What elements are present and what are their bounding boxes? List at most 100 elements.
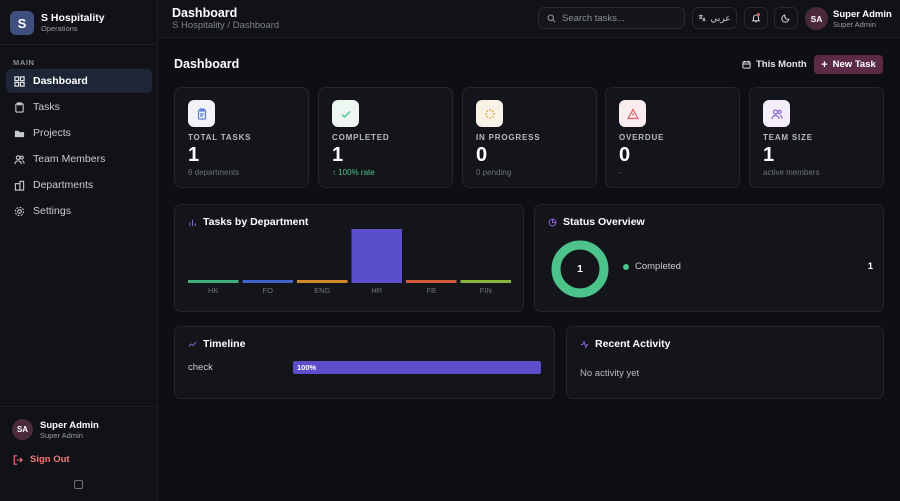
timeline-row[interactable]: check 100% xyxy=(188,361,541,375)
stat-card-team-size[interactable]: TEAM SIZE 1 active members xyxy=(749,87,884,188)
sidebar-nav: Dashboard Tasks Projects Team Members De… xyxy=(6,69,152,225)
pie-chart-icon xyxy=(548,218,557,226)
folder-icon xyxy=(14,128,25,139)
stat-card-completed[interactable]: COMPLETED 1 ↑ 100% rate xyxy=(318,87,453,188)
panel-title: Timeline xyxy=(188,338,245,350)
brand-name: S Hospitality xyxy=(41,12,105,24)
language-toggle-button[interactable]: عربي xyxy=(692,7,737,29)
collapse-sidebar-icon[interactable] xyxy=(74,480,83,489)
sidebar-item-settings[interactable]: Settings xyxy=(6,199,152,223)
legend-label: Completed xyxy=(635,261,681,272)
sidebar-item-projects[interactable]: Projects xyxy=(6,121,152,145)
x-tick-label-fb: FB xyxy=(426,286,436,295)
building-icon xyxy=(14,180,25,191)
bar-hr xyxy=(351,229,402,283)
moon-icon xyxy=(781,14,790,23)
theme-toggle-button[interactable] xyxy=(774,7,798,29)
stat-card-overdue[interactable]: OVERDUE 0 - xyxy=(605,87,740,188)
user-menu[interactable]: SA Super Admin Super Admin xyxy=(805,7,892,30)
stat-value: 0 xyxy=(476,144,488,166)
sidebar-item-tasks[interactable]: Tasks xyxy=(6,95,152,119)
stat-subtext: - xyxy=(619,168,622,177)
x-tick-label-hr: HR xyxy=(371,286,382,295)
timeline-progress-fill: 100% xyxy=(293,361,541,374)
search-icon xyxy=(547,14,556,22)
language-label: عربي xyxy=(710,12,731,23)
sidebar-item-label: Settings xyxy=(33,205,71,217)
department-bar-chart-svg: HK FO ENG HR FB FIN xyxy=(188,229,511,295)
users-icon xyxy=(763,100,790,127)
page-title: Dashboard xyxy=(172,6,238,20)
notifications-button[interactable] xyxy=(744,7,768,29)
bar-eng xyxy=(297,280,348,283)
period-filter-label: This Month xyxy=(756,59,807,70)
x-tick-label-fo: FO xyxy=(263,286,274,295)
new-task-button[interactable]: + New Task xyxy=(814,55,883,74)
trend-icon xyxy=(188,341,197,347)
gear-icon xyxy=(14,206,25,217)
legend-item-completed: Completed 1 xyxy=(623,261,873,272)
timeline-panel: Timeline check 100% xyxy=(174,326,555,399)
timeline-progress-track: 100% xyxy=(293,361,541,374)
sidebar-item-label: Tasks xyxy=(33,101,60,113)
sidebar-item-departments[interactable]: Departments xyxy=(6,173,152,197)
clipboard-icon xyxy=(14,101,25,113)
user-text: Super Admin Super Admin xyxy=(833,9,892,29)
stat-label: TEAM SIZE xyxy=(763,133,813,142)
stat-subtext: ↑ 100% rate xyxy=(332,168,375,177)
bar-fb xyxy=(406,280,457,283)
stat-card-total-tasks[interactable]: TOTAL TASKS 1 6 departments xyxy=(174,87,309,188)
timeline-progress-label: 100% xyxy=(297,363,317,372)
panel-title: Recent Activity xyxy=(580,338,670,350)
sign-out-icon xyxy=(13,454,23,465)
sidebar-item-label: Team Members xyxy=(33,153,106,165)
stat-value: 1 xyxy=(332,144,344,166)
legend-count: 1 xyxy=(867,261,873,272)
sign-out-label: Sign Out xyxy=(30,454,70,465)
brand-logo: S xyxy=(10,11,34,35)
stat-subtext: active members xyxy=(763,168,820,177)
panel-title: Status Overview xyxy=(548,216,645,228)
avatar: SA xyxy=(805,7,828,30)
panel-title-text: Timeline xyxy=(203,338,246,350)
clipboard-icon xyxy=(188,100,215,127)
recent-activity-panel: Recent Activity No activity yet xyxy=(566,326,884,399)
sidebar-item-label: Projects xyxy=(33,127,71,139)
translate-icon xyxy=(699,14,706,22)
search-placeholder: Search tasks... xyxy=(562,12,625,24)
user-name: Super Admin xyxy=(833,8,892,20)
sign-out-button[interactable]: Sign Out xyxy=(13,454,70,465)
brand-text: S Hospitality Operations xyxy=(41,12,105,34)
empty-state-text: No activity yet xyxy=(580,368,640,379)
brand[interactable]: S S Hospitality Operations xyxy=(10,11,105,35)
sidebar-item-team-members[interactable]: Team Members xyxy=(6,147,152,171)
search-input[interactable]: Search tasks... xyxy=(538,7,685,29)
avatar: SA xyxy=(12,419,33,440)
check-icon xyxy=(332,100,359,127)
dashboard-icon xyxy=(14,75,25,87)
stat-value: 0 xyxy=(619,144,631,166)
stat-label: IN PROGRESS xyxy=(476,133,541,142)
user-text: Super Admin Super Admin xyxy=(40,420,99,440)
brand-subtitle: Operations xyxy=(41,24,78,33)
user-name: Super Admin xyxy=(40,419,99,431)
loader-icon xyxy=(476,100,503,127)
bar-fo xyxy=(242,280,293,283)
plus-icon: + xyxy=(821,58,828,71)
sidebar-item-dashboard[interactable]: Dashboard xyxy=(6,69,152,93)
x-tick-label-eng: ENG xyxy=(314,286,330,295)
stat-label: OVERDUE xyxy=(619,133,665,142)
stat-subtext: 6 departments xyxy=(188,168,240,177)
sidebar-user[interactable]: SA Super Admin Super Admin xyxy=(12,419,99,440)
calendar-icon xyxy=(742,60,751,69)
stat-card-in-progress[interactable]: IN PROGRESS 0 0 pending xyxy=(462,87,597,188)
stat-subtext: 0 pending xyxy=(476,168,512,177)
stat-label: TOTAL TASKS xyxy=(188,133,252,142)
dashboard-title: Dashboard xyxy=(174,57,240,71)
period-filter-button[interactable]: This Month xyxy=(734,55,815,74)
legend-dot xyxy=(623,263,629,270)
x-tick-label-hk: HK xyxy=(208,286,218,295)
sidebar-item-label: Departments xyxy=(33,179,94,191)
department-bar-chart: HK FO ENG HR FB FIN xyxy=(188,227,511,299)
donut-total: 1 xyxy=(577,263,583,275)
